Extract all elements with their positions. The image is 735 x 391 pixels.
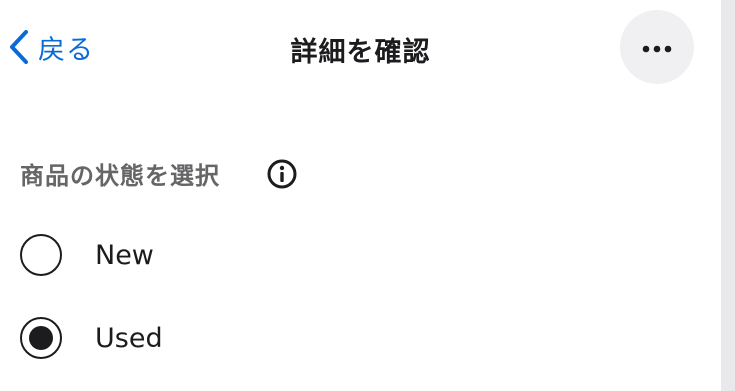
option-label-new: New (95, 239, 154, 271)
more-options-button[interactable] (620, 10, 694, 84)
header: 戻る 詳細を確認 (0, 0, 721, 96)
condition-heading: 商品の状態を選択 (20, 156, 298, 191)
scroll-edge (721, 0, 735, 391)
condition-option-used[interactable]: Used (20, 317, 163, 359)
radio-button-used[interactable] (20, 317, 62, 359)
condition-option-new[interactable]: New (20, 234, 154, 276)
radio-button-new[interactable] (20, 234, 62, 276)
condition-label: 商品の状態を選択 (20, 162, 220, 190)
screen: 戻る 詳細を確認 商品の状態を選択 New Used (0, 0, 735, 391)
info-icon[interactable] (266, 158, 298, 190)
page-title: 詳細を確認 (290, 37, 431, 68)
ellipsis-icon (642, 38, 672, 57)
option-label-used: Used (95, 322, 163, 354)
radio-selected-dot (29, 326, 53, 350)
